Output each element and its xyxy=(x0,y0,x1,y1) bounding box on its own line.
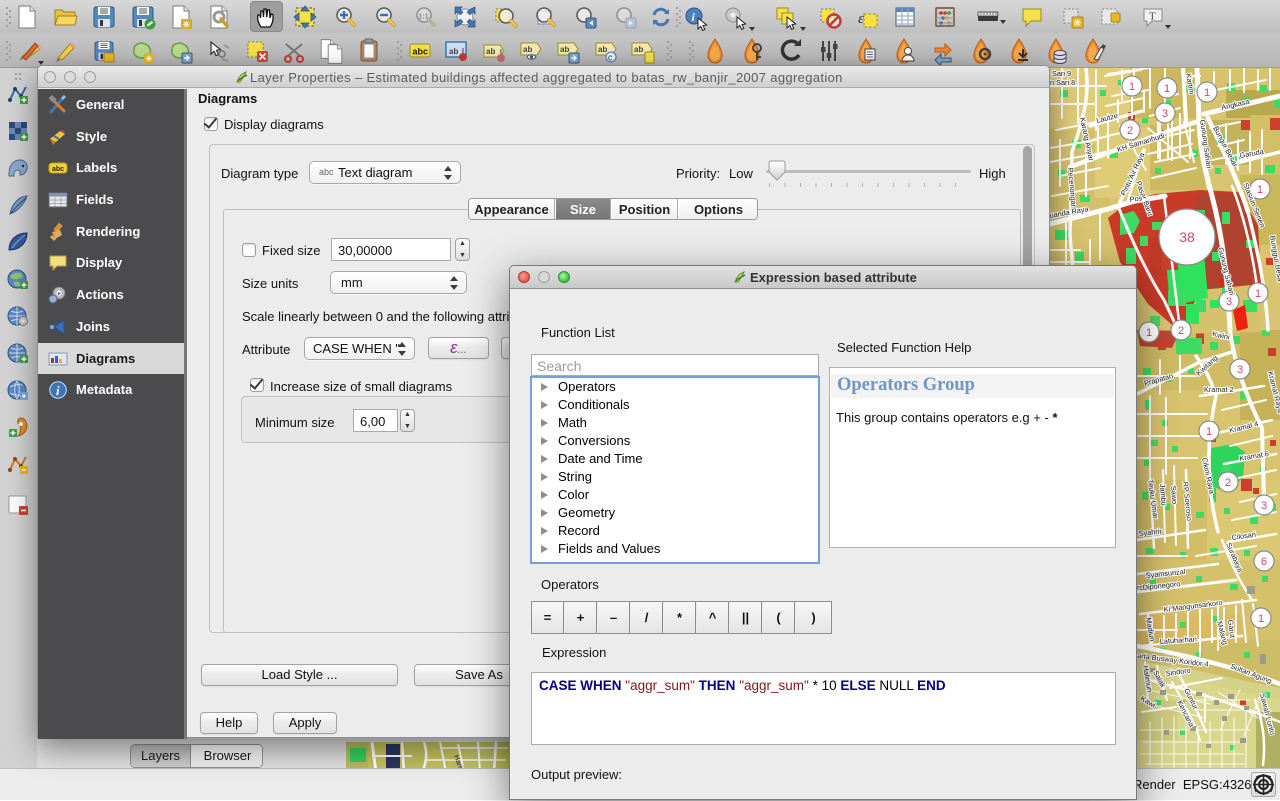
svg-text:✳: ✳ xyxy=(146,55,153,64)
svg-text:Harijau: Harijau xyxy=(452,754,466,768)
svg-text:1: 1 xyxy=(1164,83,1170,95)
svg-text:✳: ✳ xyxy=(183,20,191,30)
svg-text:1: 1 xyxy=(1129,81,1135,93)
svg-text:6: 6 xyxy=(1261,556,1267,568)
svg-text:1:1: 1:1 xyxy=(419,14,429,21)
svg-text:T: T xyxy=(1149,11,1156,23)
svg-text:1: 1 xyxy=(1255,288,1261,300)
svg-text:1: 1 xyxy=(1206,426,1212,438)
svg-text:✳: ✳ xyxy=(1074,18,1082,28)
svg-text:abc: abc xyxy=(52,166,64,173)
svg-text:ε: ε xyxy=(858,11,864,27)
svg-text:1: 1 xyxy=(1257,184,1263,196)
svg-text:2: 2 xyxy=(1225,477,1231,489)
svg-text:n Sari 8: n Sari 8 xyxy=(1050,78,1075,87)
svg-text:Jambu: Jambu xyxy=(1158,484,1169,506)
svg-text:38: 38 xyxy=(1179,229,1195,245)
svg-text:i: i xyxy=(56,383,60,398)
svg-text:Kramat 2: Kramat 2 xyxy=(1204,385,1234,394)
svg-text:3: 3 xyxy=(1261,500,1267,512)
svg-text:2: 2 xyxy=(1127,125,1133,137)
svg-text:Sawo: Sawo xyxy=(1169,486,1179,505)
svg-text:1: 1 xyxy=(1146,327,1152,339)
svg-text:3: 3 xyxy=(1226,296,1232,308)
svg-text:3: 3 xyxy=(1237,364,1243,376)
svg-text:3: 3 xyxy=(1162,108,1168,120)
svg-text:1: 1 xyxy=(1204,87,1210,99)
svg-text:2: 2 xyxy=(1178,325,1184,337)
svg-text:Sari 9: Sari 9 xyxy=(1052,69,1071,78)
svg-text:c: c xyxy=(608,53,613,63)
svg-text:1: 1 xyxy=(1258,613,1264,625)
svg-text:ab: ab xyxy=(449,47,458,56)
svg-text:Pos: Pos xyxy=(1129,193,1143,204)
